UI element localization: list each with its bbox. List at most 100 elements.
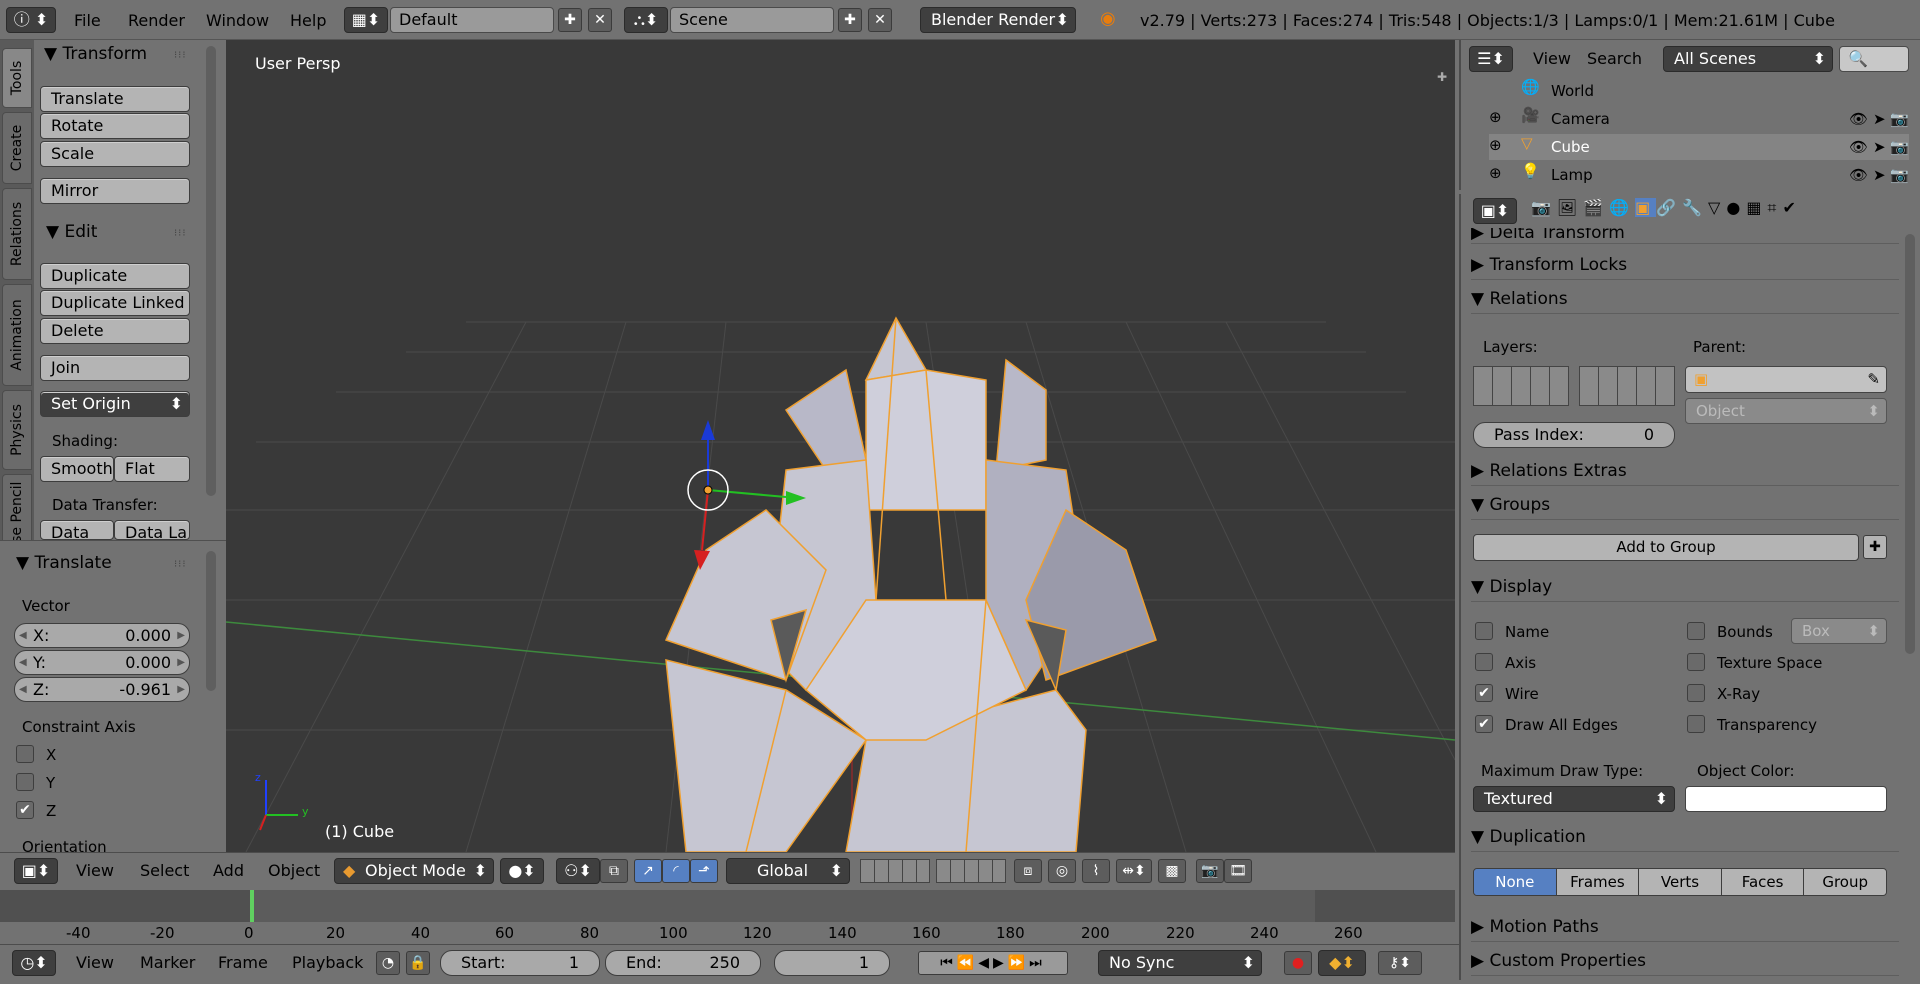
outliner-row-camera[interactable]: ⊕ 🎥 Camera 👁 ➤ 📷 xyxy=(1489,106,1909,132)
menu-view[interactable]: View xyxy=(76,850,114,890)
menu-playback[interactable]: Playback xyxy=(292,942,363,982)
constraint-y-checkbox[interactable] xyxy=(16,773,34,791)
cube-mesh[interactable] xyxy=(664,316,1157,852)
menu-frame[interactable]: Frame xyxy=(218,942,268,982)
end-frame-field[interactable]: End: 250 xyxy=(605,950,761,976)
object-color-swatch[interactable] xyxy=(1685,786,1887,812)
menu-marker[interactable]: Marker xyxy=(140,942,195,982)
render-engine-select[interactable]: Blender Render ⬍ xyxy=(920,7,1076,33)
menu-window[interactable]: Window xyxy=(206,0,269,40)
drag-handle-icon[interactable]: ⁝⁝⁝ xyxy=(174,228,187,239)
dup-verts-button[interactable]: Verts xyxy=(1639,869,1722,895)
keying-tool-icon[interactable]: ⚷⬍ xyxy=(1378,951,1422,975)
xray-checkbox[interactable] xyxy=(1687,684,1705,702)
drag-handle-icon[interactable]: ⁝⁝⁝ xyxy=(174,559,187,570)
add-layout-icon[interactable]: ✚ xyxy=(558,8,582,32)
relations-section[interactable]: ▼ Relations xyxy=(1471,284,1899,314)
layer-buttons-1[interactable] xyxy=(860,859,930,883)
tab-physics[interactable]: Physics xyxy=(2,390,32,470)
axis-checkbox[interactable] xyxy=(1475,653,1493,671)
data-button[interactable]: Data xyxy=(40,520,114,542)
vector-z-field[interactable]: ◀ Z: -0.961 ▶ xyxy=(14,677,190,702)
manipulator-scale-icon[interactable]: ⬏ xyxy=(690,859,718,883)
context-tabs[interactable]: 📷🖼🎬🌐▣🔗🔧▽●▦⌗✔ xyxy=(1531,198,1911,226)
vector-y-field[interactable]: ◀ Y: 0.000 ▶ xyxy=(14,650,190,675)
tab-tools[interactable]: Tools xyxy=(2,48,32,108)
operator-scrollbar[interactable] xyxy=(206,551,216,691)
parent-field[interactable]: ▣ ✎ xyxy=(1685,366,1887,393)
transform-panel-header[interactable]: ▼ Transform xyxy=(44,44,147,64)
expand-icon[interactable]: ⊕ xyxy=(1489,164,1502,182)
join-button[interactable]: Join xyxy=(40,355,190,381)
groups-section[interactable]: ▼ Groups xyxy=(1471,490,1899,520)
snap-element-icon[interactable]: ⇹⬍ xyxy=(1116,859,1152,883)
mode-select[interactable]: ◆ Object Mode ⬍ xyxy=(334,858,494,884)
custom-properties-section[interactable]: ▶ Custom Properties xyxy=(1471,946,1899,976)
tool-shelf-scrollbar[interactable] xyxy=(206,46,216,496)
edit-panel-header[interactable]: ▼ Edit xyxy=(46,222,97,242)
display-section[interactable]: ▼ Display xyxy=(1471,572,1899,602)
outliner-search-field[interactable]: 🔍 xyxy=(1839,46,1909,72)
display-mode-select[interactable]: All Scenes ⬍ xyxy=(1663,46,1833,72)
record-icon[interactable]: ● xyxy=(1284,951,1312,975)
menu-select[interactable]: Select xyxy=(140,850,189,890)
dup-frames-button[interactable]: Frames xyxy=(1556,869,1640,895)
add-scene-icon[interactable]: ✚ xyxy=(838,8,862,32)
orientation-select[interactable]: Global ⬍ xyxy=(726,858,850,884)
properties-scrollbar[interactable] xyxy=(1905,234,1915,654)
outliner-row-lamp[interactable]: ⊕ 💡 Lamp 👁 ➤ 📷 xyxy=(1489,162,1909,188)
layout-icon[interactable]: ▦⬍ xyxy=(344,7,388,33)
max-draw-type-select[interactable]: Textured ⬍ xyxy=(1473,786,1675,812)
sync-select[interactable]: No Sync ⬍ xyxy=(1098,950,1262,976)
translate-button[interactable]: Translate xyxy=(40,86,190,112)
expand-icon[interactable]: ⊕ xyxy=(1489,108,1502,126)
lock-layers-icon[interactable]: ⧈ xyxy=(1014,859,1042,883)
dup-faces-button[interactable]: Faces xyxy=(1721,869,1805,895)
pivot-icon[interactable]: ⚇⬍ xyxy=(556,858,600,884)
editor-type-button[interactable]: ▣⬍ xyxy=(14,858,58,884)
vector-x-field[interactable]: ◀ X: 0.000 ▶ xyxy=(14,623,190,648)
row-toggles[interactable]: 👁 ➤ 📷 xyxy=(1849,138,1909,156)
constraint-z-checkbox[interactable]: ✔ xyxy=(16,801,34,819)
outliner-row-world[interactable]: 🌐 World xyxy=(1521,78,1881,104)
rotate-button[interactable]: Rotate xyxy=(40,113,190,139)
keying-set-icon[interactable]: ◆⬍ xyxy=(1318,950,1366,976)
tab-relations[interactable]: Relations xyxy=(2,188,32,280)
layout-selector[interactable]: Default xyxy=(390,7,554,33)
snap-target-icon[interactable]: ▩ xyxy=(1158,859,1186,883)
menu-help[interactable]: Help xyxy=(290,0,326,40)
transform-locks-section[interactable]: ▶ Transform Locks xyxy=(1471,250,1899,280)
row-toggles[interactable]: 👁 ➤ 📷 xyxy=(1849,166,1909,184)
layer-grid-1[interactable] xyxy=(1473,366,1569,406)
editor-type-button[interactable]: ⓘ ⬍ xyxy=(6,7,56,33)
duplication-section[interactable]: ▼ Duplication xyxy=(1471,822,1899,852)
data-layout-button[interactable]: Data La xyxy=(114,520,190,542)
motion-paths-section[interactable]: ▶ Motion Paths xyxy=(1471,912,1899,942)
menu-object[interactable]: Object xyxy=(268,850,320,890)
render-camera-icon[interactable]: 📷 xyxy=(1196,859,1224,883)
row-toggles[interactable]: 👁 ➤ 📷 xyxy=(1849,110,1909,128)
scale-button[interactable]: Scale xyxy=(40,141,190,167)
shading-icon[interactable]: ●⬍ xyxy=(500,858,544,884)
pass-index-field[interactable]: Pass Index: 0 xyxy=(1473,422,1675,448)
playhead[interactable] xyxy=(250,890,254,922)
manipulator-toggle-icon[interactable]: ⧉ xyxy=(600,859,628,883)
manipulator-x-line[interactable] xyxy=(701,489,709,551)
proportional-edit-icon[interactable]: ◎ xyxy=(1048,859,1076,883)
3d-viewport[interactable]: z y User Persp (1) Cube ✚ xyxy=(226,40,1455,852)
transparency-checkbox[interactable] xyxy=(1687,715,1705,733)
scene-selector[interactable]: Scene xyxy=(670,7,834,33)
menu-add[interactable]: Add xyxy=(213,850,244,890)
parent-type-select[interactable]: Object ⬍ xyxy=(1685,398,1887,424)
menu-search[interactable]: Search xyxy=(1587,38,1642,78)
lock-icon[interactable]: 🔒 xyxy=(406,951,430,975)
flat-button[interactable]: Flat xyxy=(114,456,190,482)
drag-handle-icon[interactable]: ⁝⁝⁝ xyxy=(174,50,187,61)
manipulator-y-line[interactable] xyxy=(707,489,787,498)
manipulator-z-arrow[interactable] xyxy=(701,420,715,440)
wire-checkbox[interactable]: ✔ xyxy=(1475,684,1493,702)
relations-extras-section[interactable]: ▶ Relations Extras xyxy=(1471,456,1899,486)
current-frame-field[interactable]: 1 xyxy=(774,950,890,976)
operator-panel-header[interactable]: ▼ Translate xyxy=(16,553,112,573)
delete-button[interactable]: Delete xyxy=(40,318,190,344)
